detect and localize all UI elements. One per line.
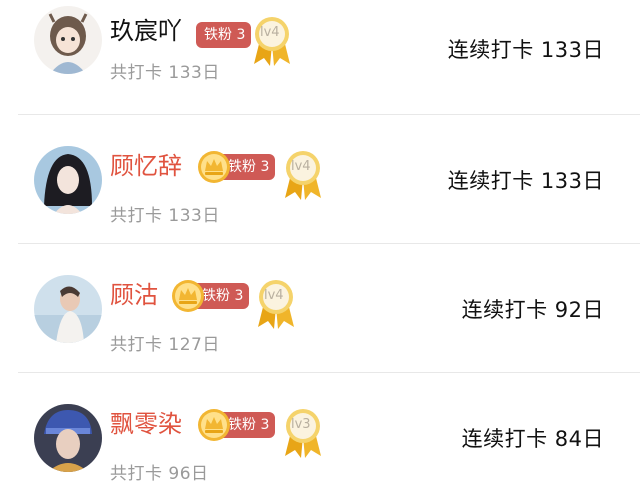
avatar[interactable] [34,404,102,472]
avatar[interactable] [34,275,102,343]
streak-label: 连续打卡 92日 [461,298,604,322]
username[interactable]: 顾沽 [110,280,158,310]
level-label: lv4 [260,25,280,40]
level-medal-icon: lv4 [252,14,292,68]
fan-badge: 铁粉 3 [196,22,252,48]
avatar[interactable] [34,146,102,214]
total-checkins: 共打卡 96日 [110,464,209,484]
level-label: lv3 [291,417,311,432]
fan-badge-label: 铁粉 3 [228,159,270,175]
avatar[interactable] [34,6,102,74]
streak-label: 连续打卡 84日 [461,427,604,451]
list-item[interactable]: 顾忆辞 铁粉 3 lv4 共打卡 133日 连续打卡 133日 [0,115,640,244]
total-checkins: 共打卡 133日 [110,63,220,83]
list-item[interactable]: 玖宸吖 铁粉 3 lv4 共打卡 133日 连续打卡 133日 [0,0,640,115]
fan-badge-label: 铁粉 3 [204,27,246,43]
checkin-list: 玖宸吖 铁粉 3 lv4 共打卡 133日 连续打卡 133日 顾忆辞 铁粉 3… [0,0,640,501]
streak-label: 连续打卡 133日 [447,169,604,193]
total-checkins: 共打卡 133日 [110,206,220,226]
username[interactable]: 飘零染 [110,409,182,439]
level-medal-icon: lv4 [283,148,323,202]
level-label: lv4 [291,159,311,174]
fan-badge-label: 铁粉 3 [228,417,270,433]
level-label: lv4 [264,288,284,303]
crown-icon [197,150,231,184]
list-item[interactable]: 飘零染 铁粉 3 lv3 共打卡 96日 连续打卡 84日 [0,373,640,502]
crown-icon [171,279,205,313]
level-medal-icon: lv4 [256,277,296,331]
streak-label: 连续打卡 133日 [447,38,604,62]
total-checkins: 共打卡 127日 [110,335,220,355]
list-item[interactable]: 顾沽 铁粉 3 lv4 共打卡 127日 连续打卡 92日 [0,244,640,373]
username[interactable]: 顾忆辞 [110,151,182,181]
username[interactable]: 玖宸吖 [110,16,182,46]
level-medal-icon: lv3 [283,406,323,460]
crown-icon [197,408,231,442]
fan-badge-label: 铁粉 3 [202,288,244,304]
